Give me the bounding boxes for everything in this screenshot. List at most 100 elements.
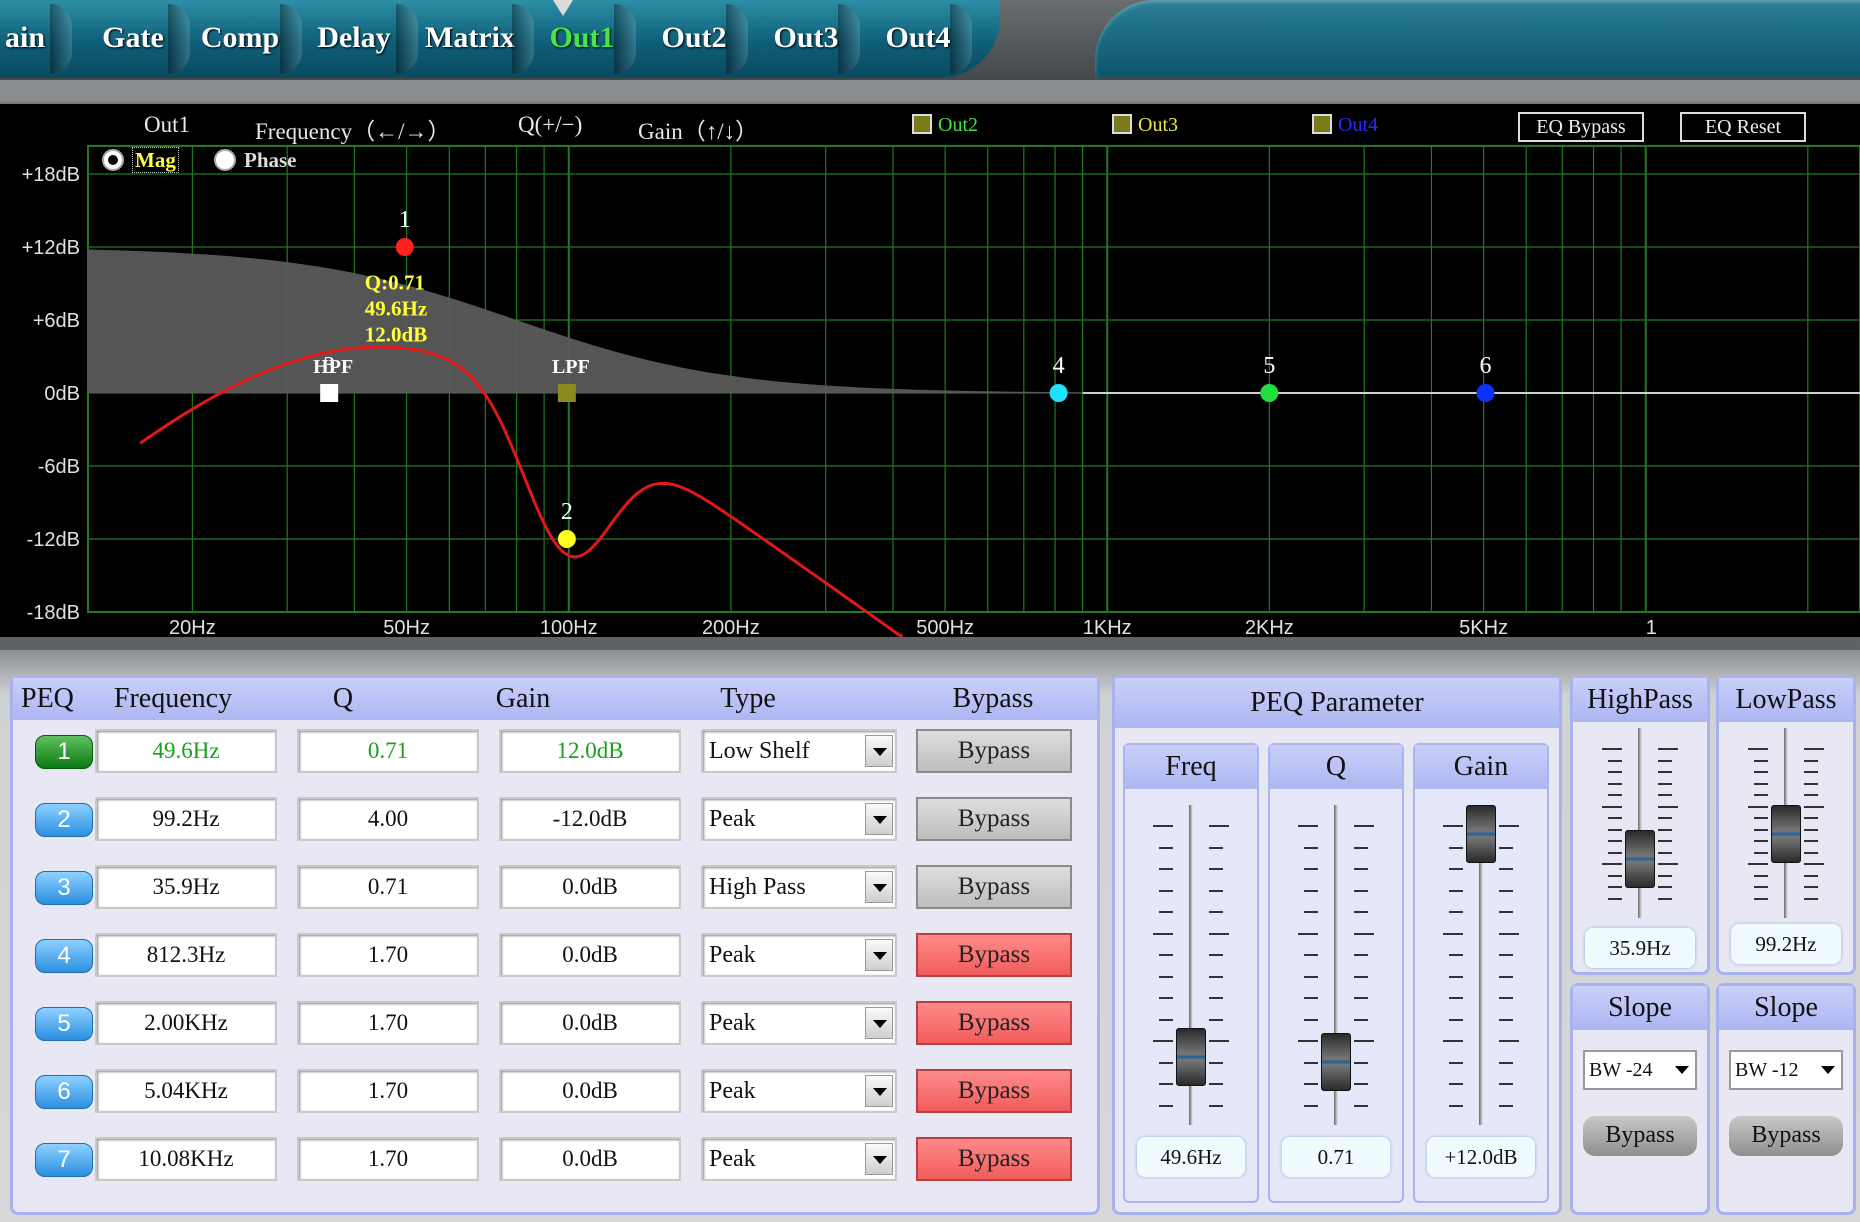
tab-out4[interactable]: Out4 bbox=[876, 0, 972, 76]
lowpass-fader[interactable] bbox=[1719, 728, 1853, 918]
eq-reset-button[interactable]: EQ Reset bbox=[1680, 112, 1806, 142]
tab-comp[interactable]: Comp bbox=[190, 0, 302, 76]
gain-field[interactable]: 12.0dB bbox=[499, 729, 681, 773]
band-bypass-button[interactable]: Bypass bbox=[916, 1069, 1072, 1113]
gain-field[interactable]: 0.0dB bbox=[499, 1069, 681, 1113]
col-header-frequency: Frequency bbox=[113, 683, 233, 714]
lowpass-slope-select[interactable]: BW -12 bbox=[1729, 1050, 1843, 1090]
out4-link-checkbox[interactable]: Out4 bbox=[1312, 114, 1378, 137]
q-field[interactable]: 0.71 bbox=[297, 865, 479, 909]
type-value: Low Shelf bbox=[709, 738, 810, 764]
tab-matrix[interactable]: Matrix bbox=[418, 0, 534, 76]
highpass-slope-select[interactable]: BW -24 bbox=[1583, 1050, 1697, 1090]
chevron-down-icon[interactable] bbox=[865, 735, 893, 767]
eq-bypass-button[interactable]: EQ Bypass bbox=[1518, 112, 1644, 142]
peq-band-7-button[interactable]: 7 bbox=[35, 1143, 93, 1177]
gain-value[interactable]: +12.0dB bbox=[1427, 1137, 1535, 1177]
q-field[interactable]: 0.71 bbox=[297, 729, 479, 773]
highpass-bypass-button[interactable]: Bypass bbox=[1583, 1116, 1697, 1156]
type-value: Peak bbox=[709, 806, 756, 832]
freq-field[interactable]: 35.9Hz bbox=[95, 865, 277, 909]
q-field[interactable]: 1.70 bbox=[297, 1001, 479, 1045]
peq-band-5-button[interactable]: 5 bbox=[35, 1007, 93, 1041]
gain-field[interactable]: 0.0dB bbox=[499, 1137, 681, 1181]
q-field[interactable]: 4.00 bbox=[297, 797, 479, 841]
gain-fader[interactable] bbox=[1415, 805, 1547, 1125]
type-select[interactable]: Peak bbox=[701, 933, 897, 977]
tab-out2[interactable]: Out2 bbox=[652, 0, 748, 76]
chevron-down-icon[interactable] bbox=[865, 1143, 893, 1175]
freq-field[interactable]: 5.04KHz bbox=[95, 1069, 277, 1113]
band-bypass-button[interactable]: Bypass bbox=[916, 865, 1072, 909]
type-select[interactable]: High Pass bbox=[701, 865, 897, 909]
mag-radio[interactable]: Mag bbox=[102, 147, 179, 173]
highpass-value[interactable]: 35.9Hz bbox=[1585, 928, 1695, 968]
chevron-down-icon[interactable] bbox=[865, 939, 893, 971]
freq-field[interactable]: 99.2Hz bbox=[95, 797, 277, 841]
tab-out3[interactable]: Out3 bbox=[764, 0, 860, 76]
lowpass-bypass-button[interactable]: Bypass bbox=[1729, 1116, 1843, 1156]
tab-gate[interactable]: Gate bbox=[88, 0, 190, 76]
tab-out1[interactable]: Out1 bbox=[540, 0, 636, 76]
fader-tick bbox=[1443, 825, 1463, 827]
chevron-down-icon[interactable] bbox=[865, 1007, 893, 1039]
peq-band-2-button[interactable]: 2 bbox=[35, 803, 93, 837]
gain-field[interactable]: 0.0dB bbox=[499, 933, 681, 977]
type-select[interactable]: Low Shelf bbox=[701, 729, 897, 773]
gain-field[interactable]: 0.0dB bbox=[499, 865, 681, 909]
eq-graph-canvas[interactable]: +18dB +12dB +6dB 0dB -6dB -12dB -18dB 20Hz 50Hz 1… bbox=[0, 104, 1860, 639]
freq-value[interactable]: 49.6Hz bbox=[1137, 1137, 1245, 1177]
freq-fader[interactable] bbox=[1125, 805, 1257, 1125]
type-select[interactable]: Peak bbox=[701, 1001, 897, 1045]
fader-tick bbox=[1754, 771, 1768, 773]
peq-band-6-button[interactable]: 6 bbox=[35, 1075, 93, 1109]
band-bypass-button[interactable]: Bypass bbox=[916, 797, 1072, 841]
band-bypass-button[interactable]: Bypass bbox=[916, 729, 1072, 773]
chevron-down-icon[interactable] bbox=[865, 871, 893, 903]
fader-knob[interactable] bbox=[1466, 805, 1496, 863]
chevron-down-icon[interactable] bbox=[865, 1075, 893, 1107]
freq-field[interactable]: 10.08KHz bbox=[95, 1137, 277, 1181]
type-select[interactable]: Peak bbox=[701, 1069, 897, 1113]
fader-tick bbox=[1209, 1040, 1229, 1042]
phase-radio[interactable]: Phase bbox=[214, 148, 297, 173]
gain-fader-label: Gain bbox=[1415, 745, 1547, 789]
q-fader[interactable] bbox=[1270, 805, 1402, 1125]
peq-band-4-button[interactable]: 4 bbox=[35, 939, 93, 973]
tab-delay[interactable]: Delay bbox=[302, 0, 418, 76]
peq-band-1-button[interactable]: 1 bbox=[35, 735, 93, 769]
lowpass-value[interactable]: 99.2Hz bbox=[1731, 924, 1841, 964]
fader-knob[interactable] bbox=[1625, 830, 1655, 888]
gain-fader-box: Gain +12.0dB bbox=[1413, 743, 1549, 1203]
fader-knob[interactable] bbox=[1771, 805, 1801, 863]
type-select[interactable]: Peak bbox=[701, 797, 897, 841]
q-field[interactable]: 1.70 bbox=[297, 1137, 479, 1181]
q-field[interactable]: 1.70 bbox=[297, 933, 479, 977]
fader-tick bbox=[1754, 840, 1768, 842]
fader-knob[interactable] bbox=[1321, 1033, 1351, 1091]
freq-field[interactable]: 49.6Hz bbox=[95, 729, 277, 773]
fader-knob[interactable] bbox=[1176, 1028, 1206, 1086]
out3-link-checkbox[interactable]: Out3 bbox=[1112, 114, 1178, 137]
x-axis-label: 100Hz bbox=[540, 617, 598, 639]
band-4-marker bbox=[1049, 384, 1068, 402]
fader-tick bbox=[1209, 954, 1223, 956]
highpass-fader[interactable] bbox=[1573, 728, 1707, 918]
freq-field[interactable]: 2.00KHz bbox=[95, 1001, 277, 1045]
q-value[interactable]: 0.71 bbox=[1282, 1137, 1390, 1177]
tab-gain[interactable]: ain bbox=[0, 0, 72, 76]
type-select[interactable]: Peak bbox=[701, 1137, 897, 1181]
band-bypass-button[interactable]: Bypass bbox=[916, 933, 1072, 977]
freq-field[interactable]: 812.3Hz bbox=[95, 933, 277, 977]
fader-tick bbox=[1159, 997, 1173, 999]
chevron-down-icon[interactable] bbox=[865, 803, 893, 835]
fader-track[interactable] bbox=[1638, 728, 1642, 918]
band-bypass-button[interactable]: Bypass bbox=[916, 1137, 1072, 1181]
out2-link-checkbox[interactable]: Out2 bbox=[912, 114, 978, 137]
q-field[interactable]: 1.70 bbox=[297, 1069, 479, 1113]
peq-band-3-button[interactable]: 3 bbox=[35, 871, 93, 905]
band-bypass-button[interactable]: Bypass bbox=[916, 1001, 1072, 1045]
gain-field[interactable]: 0.0dB bbox=[499, 1001, 681, 1045]
gain-field[interactable]: -12.0dB bbox=[499, 797, 681, 841]
eq-graph[interactable]: +18dB +12dB +6dB 0dB -6dB -12dB -18dB 20Hz 50Hz 1… bbox=[0, 102, 1860, 639]
